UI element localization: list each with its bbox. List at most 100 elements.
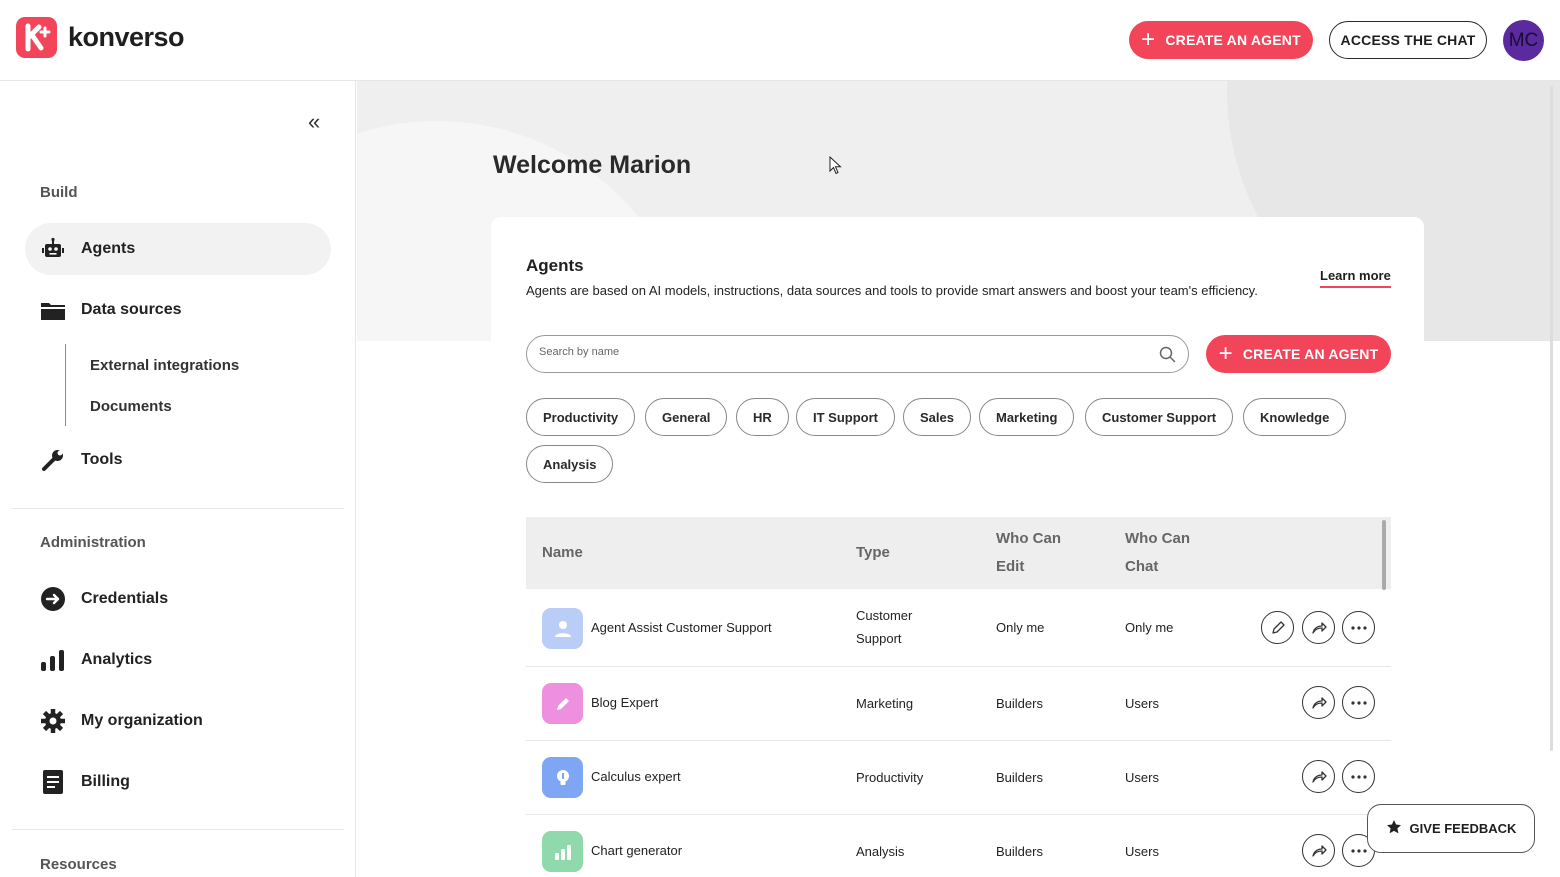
konverso-logo-mark [16, 17, 57, 58]
sidebar-item-billing-label: Billing [81, 773, 130, 790]
access-chat-button[interactable]: ACCESS THE CHAT [1329, 21, 1487, 59]
agent-type: Analysis [856, 844, 905, 859]
sidebar-item-analytics[interactable]: Analytics [25, 634, 331, 686]
header-create-agent-button[interactable]: + CREATE AN AGENT [1129, 21, 1313, 59]
top-header: konverso + CREATE AN AGENT ACCESS THE CH… [0, 0, 1560, 81]
more-options-icon[interactable] [1342, 686, 1375, 719]
agent-who-can-chat: Users [1125, 696, 1159, 711]
bar-chart-icon [40, 647, 66, 673]
category-chip-knowledge[interactable]: Knowledge [1243, 398, 1347, 436]
agents-card: Agents Agents are based on AI models, in… [491, 217, 1424, 877]
learn-more-link[interactable]: Learn more [1320, 268, 1391, 288]
lightbulb-icon [542, 757, 583, 798]
agent-name[interactable]: Chart generator [591, 839, 682, 862]
create-agent-label: CREATE AN AGENT [1242, 346, 1379, 362]
mouse-cursor-icon [829, 155, 843, 181]
category-chip-customer-support[interactable]: Customer Support [1085, 398, 1234, 436]
chart-icon [542, 831, 583, 872]
agents-title: Agents [526, 256, 584, 275]
category-chip-sales[interactable]: Sales [903, 398, 971, 436]
konverso-logo[interactable]: konverso [16, 17, 185, 58]
robot-icon [40, 236, 66, 262]
sidebar: « Build Agents Data sources External int… [0, 81, 356, 877]
sidebar-item-tools-label: Tools [81, 451, 123, 468]
table-row[interactable]: Blog Expert Marketing Builders Users [526, 667, 1391, 741]
share-icon[interactable] [1302, 834, 1335, 867]
sidebar-item-my-organization-label: My organization [81, 712, 203, 729]
share-icon[interactable] [1302, 686, 1335, 719]
agent-who-can-edit: Builders [996, 770, 1043, 785]
user-icon [542, 608, 583, 649]
category-chip-it-support[interactable]: IT Support [796, 398, 895, 436]
agent-name[interactable]: Blog Expert [591, 691, 658, 714]
sidebar-divider [12, 508, 344, 509]
sidebar-divider-2 [12, 829, 344, 830]
section-administration-label: Administration [40, 534, 146, 551]
agent-who-can-chat: Users [1125, 844, 1159, 859]
table-header: Name Type Who Can Edit Who Can Chat [526, 517, 1391, 590]
sidebar-item-agents-label: Agents [81, 240, 136, 257]
agent-who-can-chat: Users [1125, 770, 1159, 785]
table-scrollbar[interactable] [1382, 520, 1386, 590]
wrench-icon [40, 447, 66, 473]
welcome-title: Welcome Marion [493, 151, 692, 179]
search-icon[interactable] [1159, 346, 1176, 368]
column-type[interactable]: Type [856, 539, 890, 567]
sidebar-item-credentials[interactable]: Credentials [25, 573, 331, 625]
column-who-can-chat[interactable]: Who Can Chat [1125, 525, 1215, 581]
give-feedback-label: GIVE FEEDBACK [1409, 821, 1517, 836]
search-box[interactable] [526, 335, 1189, 373]
category-chip-productivity[interactable]: Productivity [526, 398, 636, 436]
sidebar-item-agents[interactable]: Agents [25, 223, 331, 275]
brand-name: konverso [68, 22, 185, 52]
star-icon [1386, 819, 1402, 838]
login-arrow-icon [40, 586, 66, 612]
column-name[interactable]: Name [542, 539, 583, 567]
category-chip-hr[interactable]: HR [736, 398, 789, 436]
category-chip-analysis[interactable]: Analysis [526, 445, 614, 483]
sidebar-item-tools[interactable]: Tools [25, 434, 331, 486]
main-content: Welcome Marion Agents Agents are based o… [357, 81, 1560, 877]
invoice-icon [40, 769, 66, 795]
agents-description: Agents are based on AI models, instructi… [526, 283, 1258, 298]
category-chip-general[interactable]: General [645, 398, 728, 436]
more-options-icon[interactable] [1342, 760, 1375, 793]
column-who-can-edit[interactable]: Who Can Edit [996, 525, 1086, 581]
agent-type: Marketing [856, 696, 914, 711]
sub-nav-line [65, 344, 66, 426]
sidebar-item-data-sources[interactable]: Data sources [25, 284, 331, 336]
create-agent-button[interactable]: + CREATE AN AGENT [1206, 335, 1391, 373]
page-scrollbar[interactable] [1550, 86, 1553, 751]
agent-type: Productivity [856, 770, 924, 785]
folder-icon [40, 297, 66, 323]
agent-name[interactable]: Agent Assist Customer Support [591, 616, 772, 639]
search-input[interactable] [539, 346, 1139, 358]
section-resources-label: Resources [40, 856, 117, 873]
more-options-icon[interactable] [1342, 611, 1375, 644]
sidebar-item-analytics-label: Analytics [81, 651, 153, 668]
share-icon[interactable] [1302, 611, 1335, 644]
sidebar-item-external-integrations[interactable]: External integrations [90, 357, 239, 374]
agent-who-can-edit: Builders [996, 844, 1043, 859]
share-icon[interactable] [1302, 760, 1335, 793]
header-create-agent-label: CREATE AN AGENT [1165, 32, 1301, 48]
collapse-sidebar-icon[interactable]: « [308, 109, 320, 135]
sidebar-item-documents[interactable]: Documents [90, 398, 172, 415]
sidebar-item-data-sources-label: Data sources [81, 301, 182, 318]
plus-icon: + [1141, 26, 1156, 53]
sidebar-item-my-organization[interactable]: My organization [25, 695, 331, 747]
category-chip-marketing[interactable]: Marketing [979, 398, 1075, 436]
pencil-icon [542, 683, 583, 724]
plus-icon: + [1218, 340, 1233, 367]
sidebar-item-billing[interactable]: Billing [25, 756, 331, 808]
agent-name[interactable]: Calculus expert [591, 765, 681, 788]
table-row[interactable]: Agent Assist Customer Support Customer S… [526, 589, 1391, 667]
gear-icon [40, 708, 66, 734]
edit-icon[interactable] [1261, 611, 1294, 644]
agent-who-can-edit: Builders [996, 696, 1043, 711]
table-row[interactable]: Calculus expert Productivity Builders Us… [526, 741, 1391, 815]
table-row[interactable]: Chart generator Analysis Builders Users [526, 815, 1391, 877]
user-avatar[interactable]: MC [1503, 20, 1544, 61]
give-feedback-button[interactable]: GIVE FEEDBACK [1367, 804, 1535, 853]
agent-type: Customer Support [856, 608, 913, 646]
